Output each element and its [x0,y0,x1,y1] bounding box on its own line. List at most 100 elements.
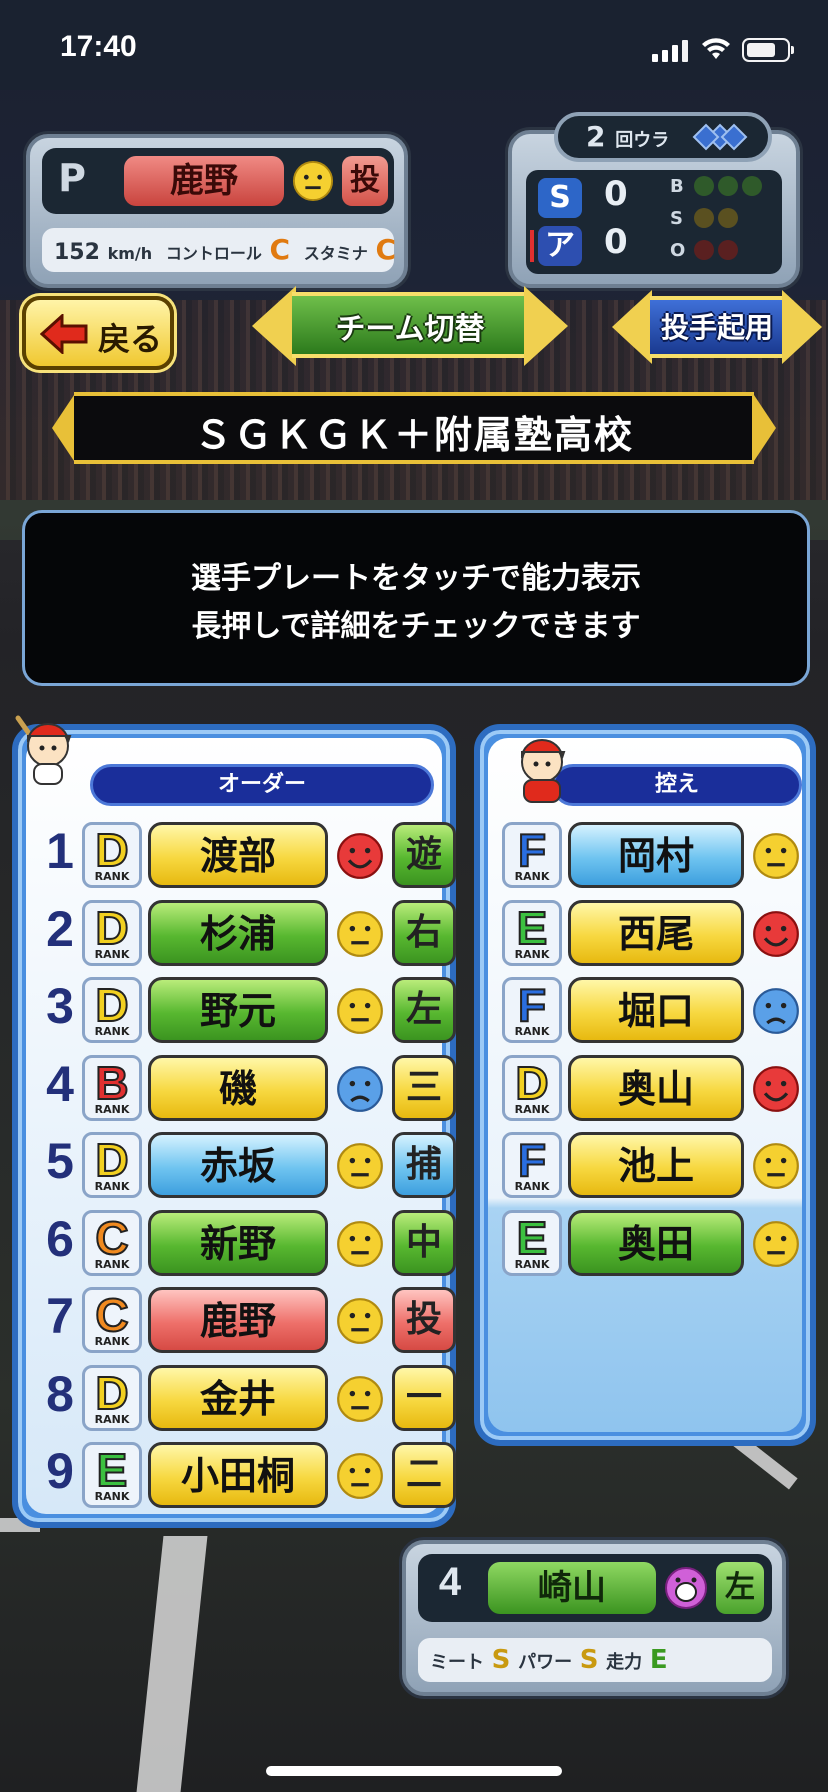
team-name: ＳＧＫＧＫ＋附属塾高校 [193,413,634,457]
rank-letter: F [517,1133,547,1187]
rank-caption: RANK [514,1102,550,1116]
player-name-plate[interactable]: 赤坂 [148,1132,328,1198]
rank-caption: RANK [94,870,130,883]
speed-unit: km/h [107,244,153,263]
sad-face-icon [752,987,800,1035]
fielding-position: 一 [392,1364,456,1431]
control-grade: C [269,233,291,266]
player-name-plate[interactable]: 奥田 [568,1209,744,1276]
batting-order-inner: オーダー 1 D RANK 渡部遊 2 D RANK 杉浦右 3 D RANK 野元左 4 B RANK 磯三… [26,738,456,1514]
rank-letter: E [516,1211,549,1265]
pitcher-change-label: 投手起用 [660,311,773,344]
current-batter-panel[interactable]: 4 崎山 左 ミート S パワー S 走力 E [402,1540,786,1696]
fielding-position: 左 [392,977,456,1043]
batter-name: 崎山 [488,1562,656,1614]
fielding-position: 投 [392,1287,456,1353]
rank-letter: D [94,978,129,1032]
out-label: O [670,240,686,261]
batting-number: 9 [46,1443,74,1499]
bench-row[interactable]: E RANK 西尾 [502,896,802,968]
rank-letter: C [94,1288,129,1342]
batter-mascot-icon [15,715,72,785]
pitcher-panel[interactable]: P 鹿野 投 152 km/h コントロール C スタミナ C [26,134,408,288]
rank-badge: B RANK [82,1054,142,1121]
rank-caption: RANK [94,947,130,961]
rank-letter: F [517,823,547,877]
strike-light [718,208,738,228]
rank-letter: D [94,901,129,955]
player-name-plate[interactable]: 金井 [148,1364,328,1431]
rank-letter: F [517,978,547,1032]
rank-badge: C RANK [82,1287,142,1353]
out-light [694,240,714,260]
power-grade: S [579,1645,599,1675]
rank-badge: E RANK [502,899,562,966]
bench-row[interactable]: E RANK 奥田 [502,1206,802,1278]
team-bottom-badge: ア [538,226,582,266]
player-name-plate[interactable]: 岡村 [568,822,744,888]
order-row[interactable]: 4 B RANK 磯三 [40,1051,456,1123]
batter-number: 4 [438,1560,462,1604]
pitcher-change-button[interactable]: 投手起用 [612,288,822,368]
back-button[interactable]: 戻る [22,296,174,370]
neutral-face-icon [336,1220,384,1268]
player-name-plate[interactable]: 鹿野 [148,1287,328,1353]
player-name-plate[interactable]: 池上 [568,1132,744,1198]
team-bottom-score: 0 [604,222,628,262]
wifi-icon [702,38,730,59]
player-name-plate[interactable]: 杉浦 [148,899,328,966]
player-name-plate[interactable]: 奥山 [568,1054,744,1121]
team-top-badge: S [538,178,582,218]
bench-row[interactable]: F RANK 岡村 [502,818,802,890]
rank-caption: RANK [514,1025,550,1038]
home-indicator[interactable] [266,1766,562,1776]
order-row[interactable]: 7 C RANK 鹿野投 [40,1283,456,1355]
rank-caption: RANK [514,1257,550,1271]
order-row[interactable]: 6 C RANK 新野中 [40,1206,456,1278]
field-line [136,1536,208,1792]
batting-number: 6 [46,1210,74,1267]
batting-number: 5 [46,1133,74,1189]
order-row[interactable]: 5 D RANK 赤坂捕 [40,1128,456,1200]
rank-badge: C RANK [82,1209,142,1276]
bench-mascot-icon [521,739,566,803]
pitcher-role-tag: 投 [342,156,388,206]
bench-row[interactable]: D RANK 奥山 [502,1051,802,1123]
order-row[interactable]: 9 E RANK 小田桐二 [40,1438,456,1510]
neutral-face-icon [336,1452,384,1500]
rank-letter: D [94,1366,129,1420]
neutral-face-icon [336,910,384,958]
pitcher-speed: 152 [54,240,100,265]
player-name-plate[interactable]: 渡部 [148,822,328,888]
player-name-plate[interactable]: 小田桐 [148,1442,328,1508]
out-light [718,240,738,260]
order-row[interactable]: 1 D RANK 渡部遊 [40,818,456,890]
control-label: コントロール [165,244,262,263]
team-switch-button[interactable]: チーム切替 [252,286,568,366]
order-row[interactable]: 2 D RANK 杉浦右 [40,896,456,968]
bench-row[interactable]: F RANK 池上 [502,1128,802,1200]
neutral-face-icon [336,1142,384,1190]
fielding-position: 中 [392,1209,456,1276]
player-name-plate[interactable]: 磯 [148,1054,328,1121]
order-row[interactable]: 8 D RANK 金井一 [40,1361,456,1433]
order-row[interactable]: 3 D RANK 野元左 [40,973,456,1045]
instruction-line-1: 選手プレートをタッチで能力表示 [191,561,641,596]
bases-diamond-icon [692,123,748,151]
instruction-box: 選手プレートをタッチで能力表示 長押しで詳細をチェックできます [22,510,810,686]
bench-row[interactable]: F RANK 堀口 [502,973,802,1045]
inning-number: 2 [586,120,606,153]
fielding-position: 二 [392,1442,456,1508]
stamina-grade: C [375,233,396,266]
player-name-plate[interactable]: 堀口 [568,977,744,1043]
fielding-position: 三 [392,1054,456,1121]
instruction-line-2: 長押しで詳細をチェックできます [191,609,641,644]
happy-face-icon [752,1065,800,1113]
rank-caption: RANK [94,1180,130,1193]
happy-face-icon [752,910,800,958]
player-name-plate[interactable]: 野元 [148,977,328,1043]
player-name-plate[interactable]: 新野 [148,1209,328,1276]
inning-half: 回ウラ [615,130,670,151]
rank-caption: RANK [94,1102,130,1116]
player-name-plate[interactable]: 西尾 [568,899,744,966]
